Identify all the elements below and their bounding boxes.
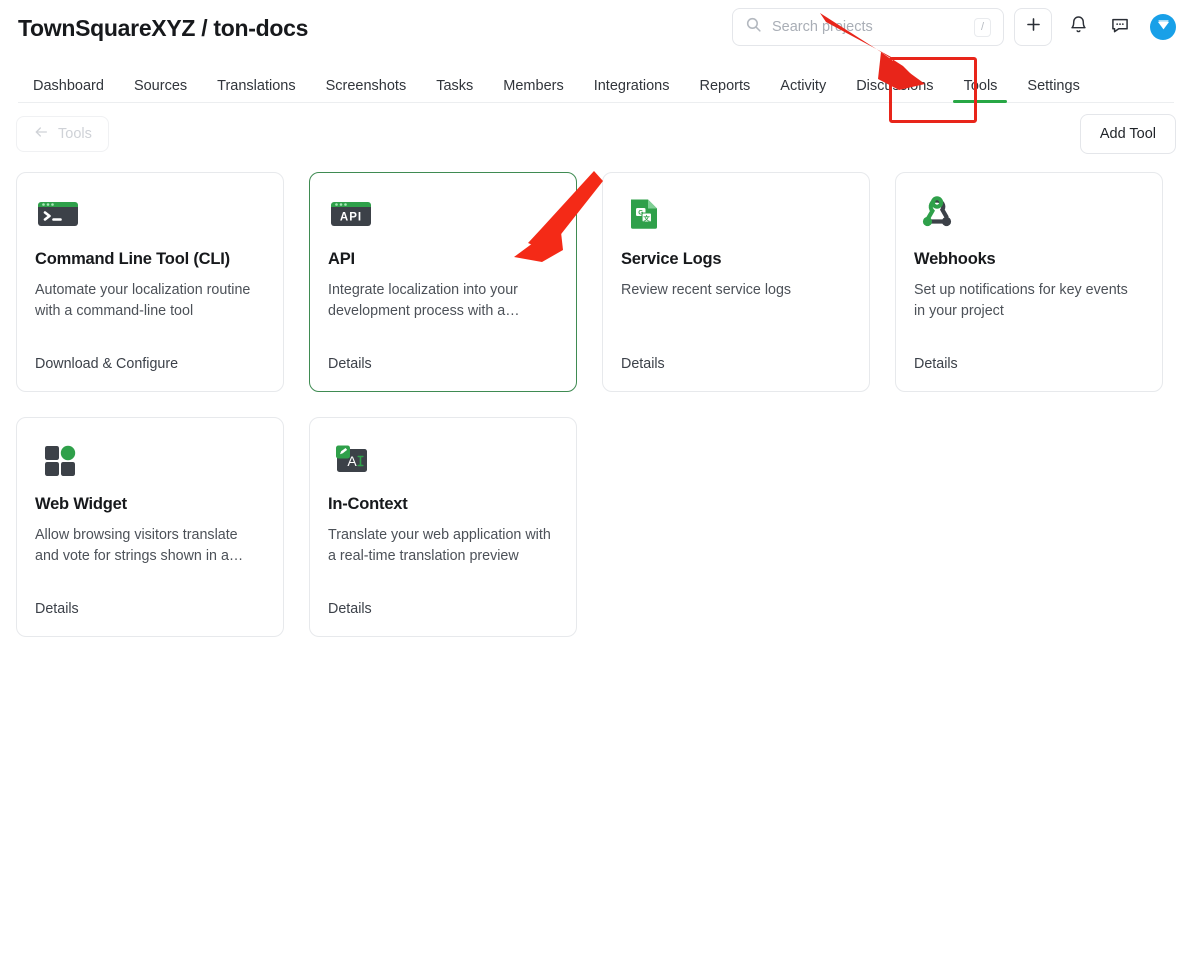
tools-subbar: Tools Add Tool [16, 103, 1176, 165]
search-shortcut-badge: / [974, 17, 991, 37]
terminal-window-icon [35, 191, 81, 237]
nav-item-translations[interactable]: Translations [202, 56, 310, 103]
tool-card-title: Web Widget [35, 495, 127, 513]
tool-card-api[interactable]: API API Integrate localization into your… [309, 172, 577, 392]
arrow-left-icon [33, 124, 49, 144]
api-window-icon: API [328, 191, 374, 237]
svg-text:API: API [340, 212, 362, 224]
nav-item-settings[interactable]: Settings [1012, 56, 1094, 103]
tool-card-description: Integrate localization into your develop… [328, 282, 520, 320]
tools-grid: Command Line Tool (CLI) Automate your lo… [16, 172, 1176, 637]
tool-card-description: Automate your localization routine with … [35, 282, 251, 320]
add-tool-button[interactable]: Add Tool [1079, 114, 1176, 154]
notifications-button[interactable] [1062, 11, 1094, 43]
tool-card-in-context[interactable]: A In-Context Translate your web applicat… [309, 417, 577, 637]
search-input[interactable]: Search projects / [732, 8, 1004, 46]
tool-card-web-widget[interactable]: Web Widget Allow browsing visitors trans… [16, 417, 284, 637]
tool-card-title: In-Context [328, 495, 408, 513]
widget-grid-icon [35, 436, 81, 482]
search-icon [745, 16, 762, 38]
tool-card-description: Translate your web application with a re… [328, 527, 551, 565]
app-header: TownSquareXYZ / ton-docs Search projects… [0, 0, 1192, 56]
tool-card-cli[interactable]: Command Line Tool (CLI) Automate your lo… [16, 172, 284, 392]
tool-card-service-logs[interactable]: G 文 Service Logs Review recent service l… [602, 172, 870, 392]
plus-icon [1024, 15, 1043, 39]
tool-card-title: API [328, 250, 355, 268]
tool-card-description: Review recent service logs [621, 282, 792, 298]
project-nav: Dashboard Sources Translations Screensho… [18, 56, 1174, 103]
page-title: TownSquareXYZ / ton-docs [18, 14, 309, 41]
nav-item-members[interactable]: Members [488, 56, 578, 103]
nav-item-dashboard[interactable]: Dashboard [18, 56, 119, 103]
translated-document-icon: G 文 [621, 191, 667, 237]
nav-item-tools[interactable]: Tools [949, 56, 1013, 103]
nav-item-screenshots[interactable]: Screenshots [311, 56, 422, 103]
diamond-avatar-icon [1155, 16, 1172, 38]
tool-card-title: Webhooks [914, 250, 996, 268]
messages-button[interactable] [1104, 11, 1136, 43]
nav-item-discussions[interactable]: Discussions [841, 56, 948, 103]
tool-card-link[interactable]: Details [328, 356, 372, 372]
in-context-edit-icon: A [328, 436, 374, 482]
tools-page: TownSquareXYZ / ton-docs Search projects… [0, 0, 1192, 966]
tool-card-link[interactable]: Details [621, 356, 665, 372]
tool-card-title: Command Line Tool (CLI) [35, 250, 230, 268]
nav-item-tasks[interactable]: Tasks [421, 56, 488, 103]
tool-card-webhooks[interactable]: Webhooks Set up notifications for key ev… [895, 172, 1163, 392]
user-avatar[interactable] [1150, 14, 1176, 40]
nav-item-sources[interactable]: Sources [119, 56, 202, 103]
back-to-tools-button[interactable]: Tools [16, 116, 109, 152]
back-button-label: Tools [58, 126, 92, 142]
header-actions: Search projects / [732, 8, 1176, 46]
create-new-button[interactable] [1014, 8, 1052, 46]
nav-item-activity[interactable]: Activity [765, 56, 841, 103]
tool-card-link[interactable]: Details [35, 601, 79, 617]
tool-card-link[interactable]: Details [914, 356, 958, 372]
tool-card-title: Service Logs [621, 250, 722, 268]
search-placeholder: Search projects [772, 19, 873, 35]
tool-card-link[interactable]: Details [328, 601, 372, 617]
svg-text:文: 文 [643, 213, 650, 222]
chat-bubble-icon [1110, 15, 1130, 40]
webhook-icon [914, 191, 960, 237]
tool-card-description: Allow browsing visitors translate and vo… [35, 527, 244, 565]
bell-icon [1069, 15, 1088, 39]
nav-item-reports[interactable]: Reports [685, 56, 766, 103]
tool-card-link[interactable]: Download & Configure [35, 356, 178, 372]
tool-card-description: Set up notifications for key events in y… [914, 282, 1128, 320]
nav-item-integrations[interactable]: Integrations [579, 56, 685, 103]
